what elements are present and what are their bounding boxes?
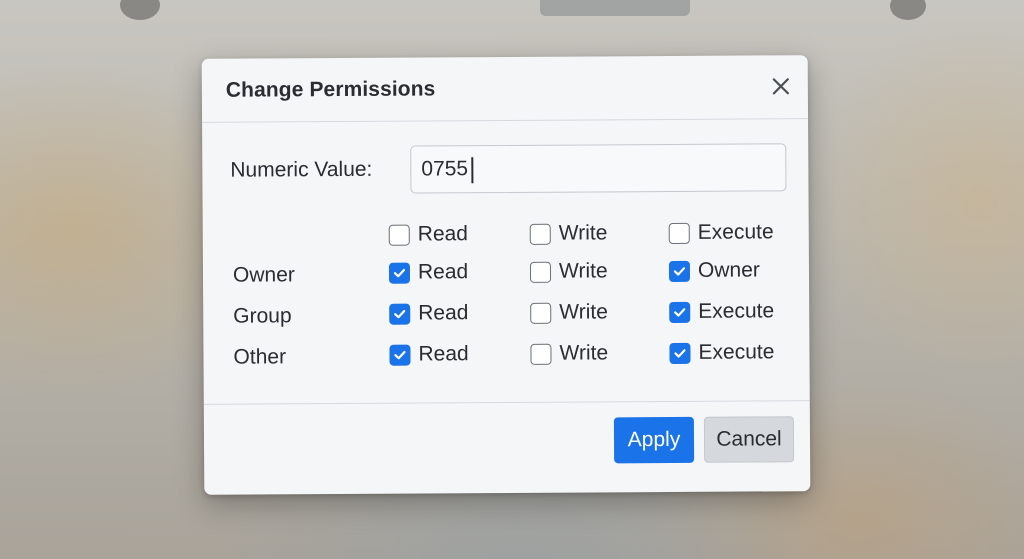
checkbox-label: Owner	[697, 258, 760, 282]
background-blur-shape	[890, 0, 926, 20]
owner-read-checkbox[interactable]: Read	[388, 260, 469, 284]
owner-execute-checkbox[interactable]: Owner	[668, 258, 760, 283]
checkbox-box	[530, 343, 552, 365]
other-execute-checkbox[interactable]: Execute	[669, 340, 774, 365]
cancel-button[interactable]: Cancel	[703, 416, 795, 463]
checkbox-label: Write	[559, 300, 608, 324]
checkbox-box	[669, 301, 691, 323]
checkbox-box	[389, 344, 411, 366]
apply-button[interactable]: Apply	[613, 416, 695, 464]
other-read-checkbox[interactable]: Read	[389, 342, 469, 366]
header-execute-checkbox[interactable]: Execute	[668, 220, 774, 245]
checkbox-label: Read	[417, 260, 469, 284]
other-write-checkbox[interactable]: Write	[530, 341, 608, 365]
header-write-checkbox[interactable]: Write	[529, 221, 608, 245]
checkbox-label: Read	[418, 301, 469, 325]
checkbox-box	[388, 224, 410, 246]
checkbox-box	[530, 302, 552, 324]
checkbox-label: Execute	[697, 220, 774, 244]
checkbox-label: Write	[558, 259, 608, 283]
checkbox-label: Write	[558, 221, 608, 245]
owner-write-checkbox[interactable]: Write	[529, 259, 608, 283]
group-execute-checkbox[interactable]: Execute	[669, 299, 774, 324]
row-label-other: Other	[233, 345, 287, 369]
checkbox-label: Read	[417, 222, 469, 246]
checkbox-box	[389, 303, 411, 325]
checkbox-box	[668, 222, 690, 244]
checkbox-box	[668, 260, 691, 282]
checkbox-label: Read	[418, 342, 469, 366]
change-permissions-dialog: Change Permissions Numeric Value: Read W…	[201, 55, 811, 495]
background-blur-shape	[540, 0, 690, 16]
checkbox-box	[669, 342, 691, 364]
checkbox-label: Execute	[698, 340, 775, 364]
checkbox-label: Write	[559, 341, 609, 365]
checkbox-box	[388, 262, 411, 284]
checkbox-box	[529, 261, 552, 283]
header-read-checkbox[interactable]: Read	[388, 222, 469, 246]
checkbox-box	[529, 223, 551, 245]
checkbox-label: Execute	[698, 299, 775, 323]
row-label-group: Group	[233, 304, 292, 328]
group-write-checkbox[interactable]: Write	[530, 300, 608, 324]
row-label-owner: Owner	[232, 263, 295, 287]
background-blur-shape	[120, 0, 160, 20]
group-read-checkbox[interactable]: Read	[389, 301, 469, 325]
